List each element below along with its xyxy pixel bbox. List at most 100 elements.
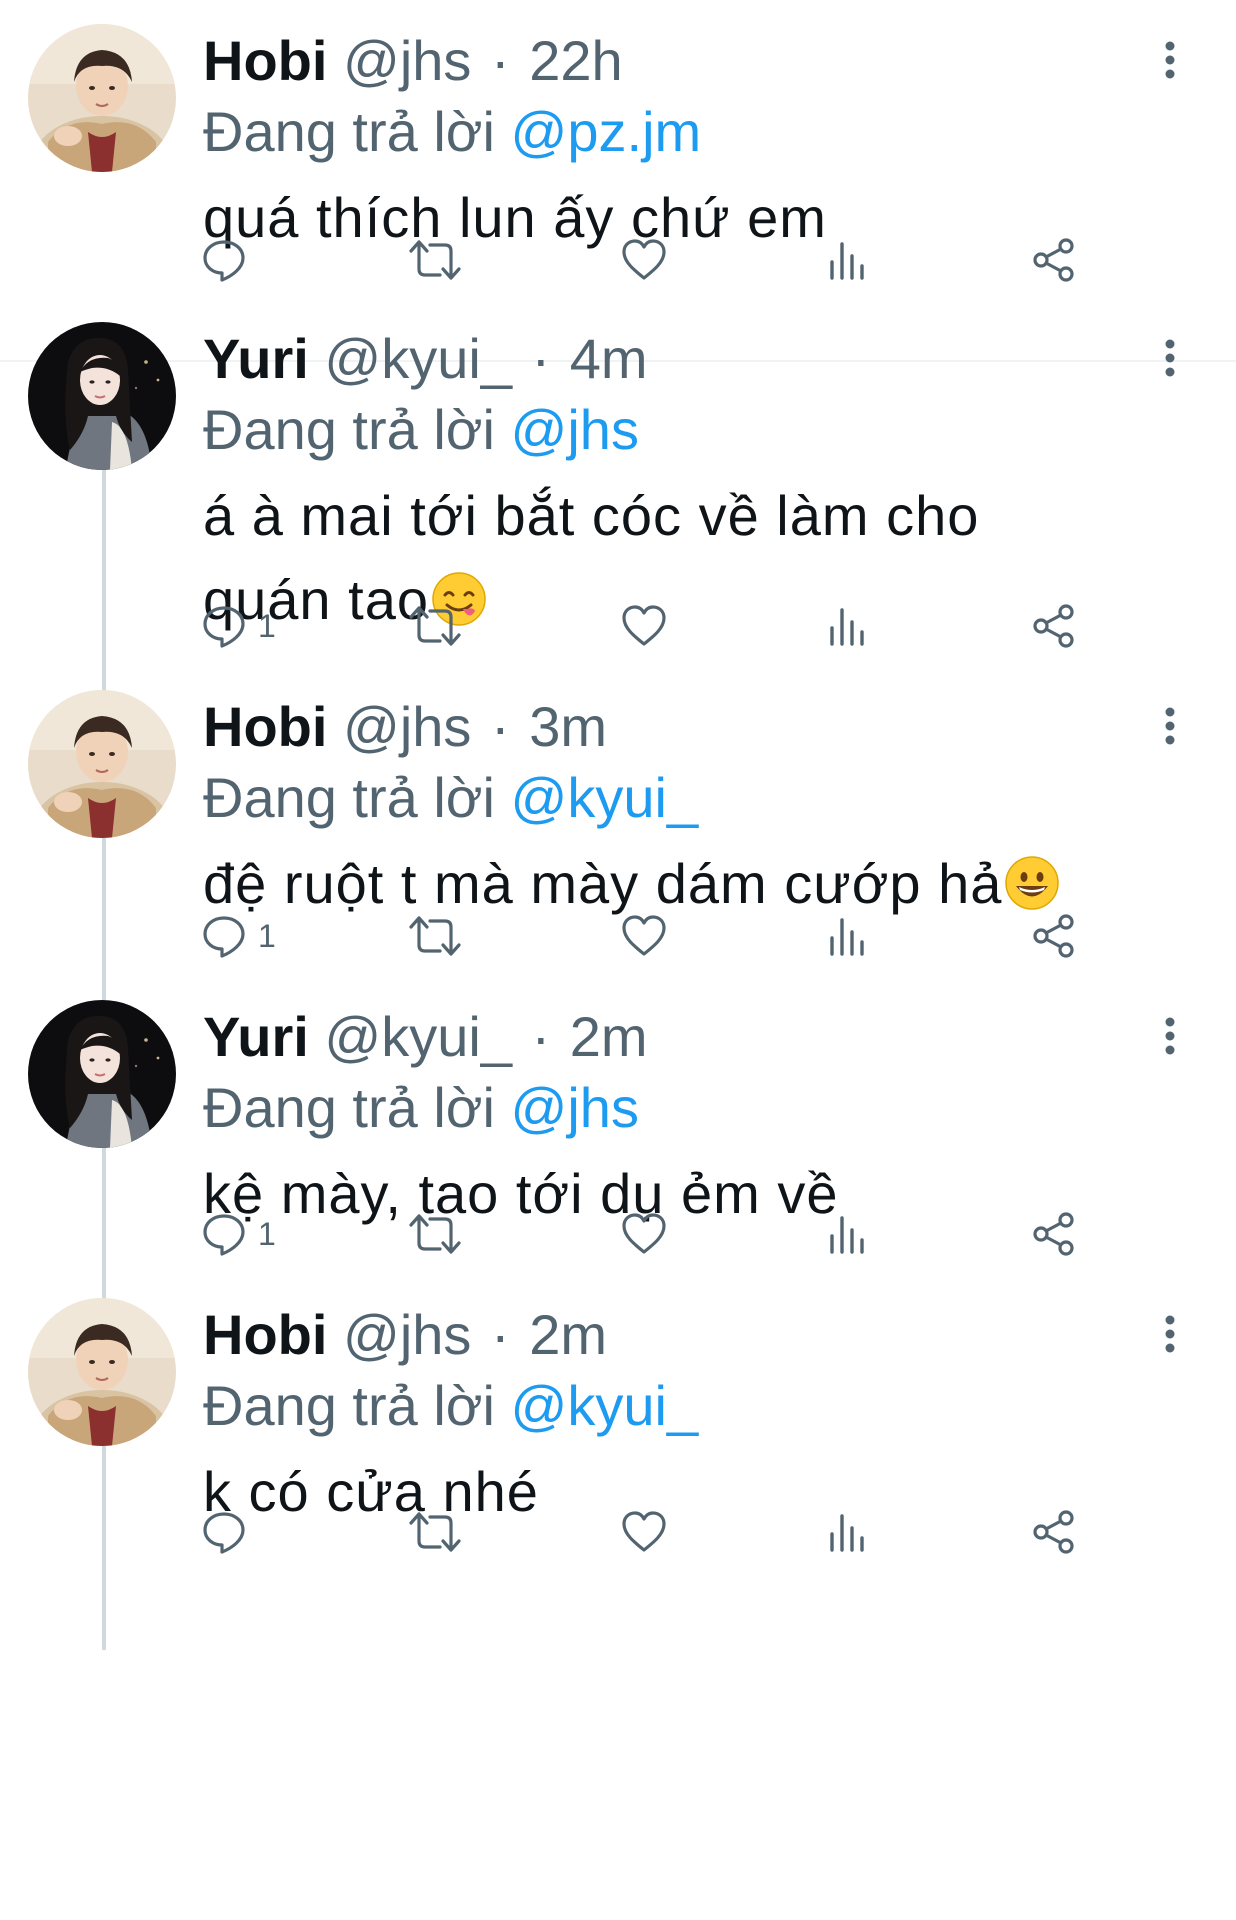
analytics-button[interactable] (824, 1502, 872, 1562)
timestamp[interactable]: 2m (570, 1005, 648, 1068)
separator-dot: · (531, 1005, 551, 1068)
retweet-button[interactable] (408, 230, 462, 290)
tweet[interactable]: Hobi @jhs · 22h Đang trả lời @pz.jm quá … (0, 0, 1236, 300)
hobi-avatar[interactable] (28, 24, 176, 172)
share-button[interactable] (1030, 1204, 1078, 1264)
replying-to: Đang trả lời @jhs (203, 1068, 639, 1148)
display-name[interactable]: Yuri (203, 327, 309, 390)
more-vertical-icon (1165, 339, 1175, 377)
share-button[interactable] (1030, 596, 1078, 656)
analytics-button[interactable] (824, 1204, 872, 1264)
separator-dot: · (490, 29, 510, 92)
user-handle[interactable]: @kyui_ (324, 1005, 512, 1068)
user-handle[interactable]: @jhs (343, 29, 471, 92)
display-name[interactable]: Hobi (203, 695, 327, 758)
like-button[interactable] (620, 596, 668, 656)
replying-to: Đang trả lời @kyui_ (203, 1366, 698, 1446)
analytics-button[interactable] (824, 230, 872, 290)
reply-button[interactable]: 1 (200, 1204, 276, 1264)
hobi-avatar-image (28, 690, 176, 838)
timestamp[interactable]: 4m (570, 327, 648, 390)
replying-to: Đang trả lời @pz.jm (203, 92, 701, 172)
more-options-button[interactable] (1150, 1312, 1190, 1356)
tweet[interactable]: Hobi @jhs · 2m Đang trả lời @kyui_ k có … (0, 1274, 1236, 1572)
replying-to-label: Đang trả lời (203, 1076, 495, 1139)
analytics-icon (830, 1216, 864, 1254)
mention-link[interactable]: @jhs (511, 398, 639, 461)
more-vertical-icon (1165, 1017, 1175, 1055)
retweet-icon (409, 240, 461, 280)
like-icon (622, 605, 666, 646)
like-button[interactable] (620, 1502, 668, 1562)
tweet[interactable]: Yuri @kyui_ · 4m Đang trả lời @jhs á à m… (0, 298, 1236, 666)
more-vertical-icon (1165, 41, 1175, 79)
replying-to-label: Đang trả lời (203, 100, 495, 163)
user-handle[interactable]: @jhs (343, 695, 471, 758)
retweet-button[interactable] (408, 1502, 462, 1562)
reply-icon (203, 240, 245, 282)
display-name[interactable]: Hobi (203, 29, 327, 92)
tweet-thread: Hobi @jhs · 22h Đang trả lời @pz.jm quá … (0, 0, 1236, 1920)
more-options-button[interactable] (1150, 1014, 1190, 1058)
reply-count: 1 (258, 918, 276, 954)
reply-button[interactable]: 1 (200, 906, 276, 966)
like-button[interactable] (620, 1204, 668, 1264)
yuri-avatar[interactable] (28, 1000, 176, 1148)
reply-button[interactable] (200, 1502, 258, 1562)
tweet-actions: 1 (200, 906, 1100, 966)
share-icon (1033, 914, 1074, 958)
more-vertical-icon (1165, 707, 1175, 745)
yuri-avatar[interactable] (28, 322, 176, 470)
grinning-face-emoji (1004, 855, 1060, 911)
timestamp[interactable]: 2m (529, 1303, 607, 1366)
reply-icon (203, 1214, 245, 1256)
yuri-avatar-image (28, 1000, 176, 1148)
share-button[interactable] (1030, 906, 1078, 966)
timestamp[interactable]: 22h (529, 29, 622, 92)
hobi-avatar[interactable] (28, 1298, 176, 1446)
reply-count: 1 (258, 1216, 276, 1252)
more-options-button[interactable] (1150, 38, 1190, 82)
reply-icon (203, 1512, 245, 1554)
hobi-avatar[interactable] (28, 690, 176, 838)
separator-dot: · (490, 1303, 510, 1366)
more-options-button[interactable] (1150, 704, 1190, 748)
mention-link[interactable]: @pz.jm (511, 100, 702, 163)
reply-icon (203, 606, 245, 648)
share-button[interactable] (1030, 230, 1078, 290)
tweet-actions (200, 1502, 1100, 1562)
like-icon (622, 915, 666, 956)
user-handle[interactable]: @jhs (343, 1303, 471, 1366)
mention-link[interactable]: @jhs (511, 1076, 639, 1139)
replying-to-label: Đang trả lời (203, 1374, 495, 1437)
reply-count: 1 (258, 608, 276, 644)
analytics-button[interactable] (824, 906, 872, 966)
mention-link[interactable]: @kyui_ (511, 766, 699, 829)
separator-dot: · (531, 327, 551, 390)
retweet-icon (409, 916, 461, 956)
reply-button[interactable] (200, 230, 258, 290)
tweet-actions (200, 230, 1100, 290)
grinning-face-emoji-image (1005, 856, 1060, 910)
timestamp[interactable]: 3m (529, 695, 607, 758)
display-name[interactable]: Hobi (203, 1303, 327, 1366)
analytics-button[interactable] (824, 596, 872, 656)
user-handle[interactable]: @kyui_ (324, 327, 512, 390)
share-icon (1033, 238, 1074, 282)
share-button[interactable] (1030, 1502, 1078, 1562)
more-options-button[interactable] (1150, 336, 1190, 380)
hobi-avatar-image (28, 24, 176, 172)
retweet-button[interactable] (408, 596, 462, 656)
retweet-button[interactable] (408, 906, 462, 966)
display-name[interactable]: Yuri (203, 1005, 309, 1068)
reply-button[interactable]: 1 (200, 596, 276, 656)
like-button[interactable] (620, 906, 668, 966)
like-button[interactable] (620, 230, 668, 290)
retweet-button[interactable] (408, 1204, 462, 1264)
hobi-avatar-image (28, 1298, 176, 1446)
like-icon (622, 1213, 666, 1254)
tweet[interactable]: Yuri @kyui_ · 2m Đang trả lời @jhs kệ mà… (0, 976, 1236, 1274)
mention-link[interactable]: @kyui_ (511, 1374, 699, 1437)
tweet[interactable]: Hobi @jhs · 3m Đang trả lời @kyui_ đệ ru… (0, 666, 1236, 976)
retweet-icon (409, 606, 461, 646)
